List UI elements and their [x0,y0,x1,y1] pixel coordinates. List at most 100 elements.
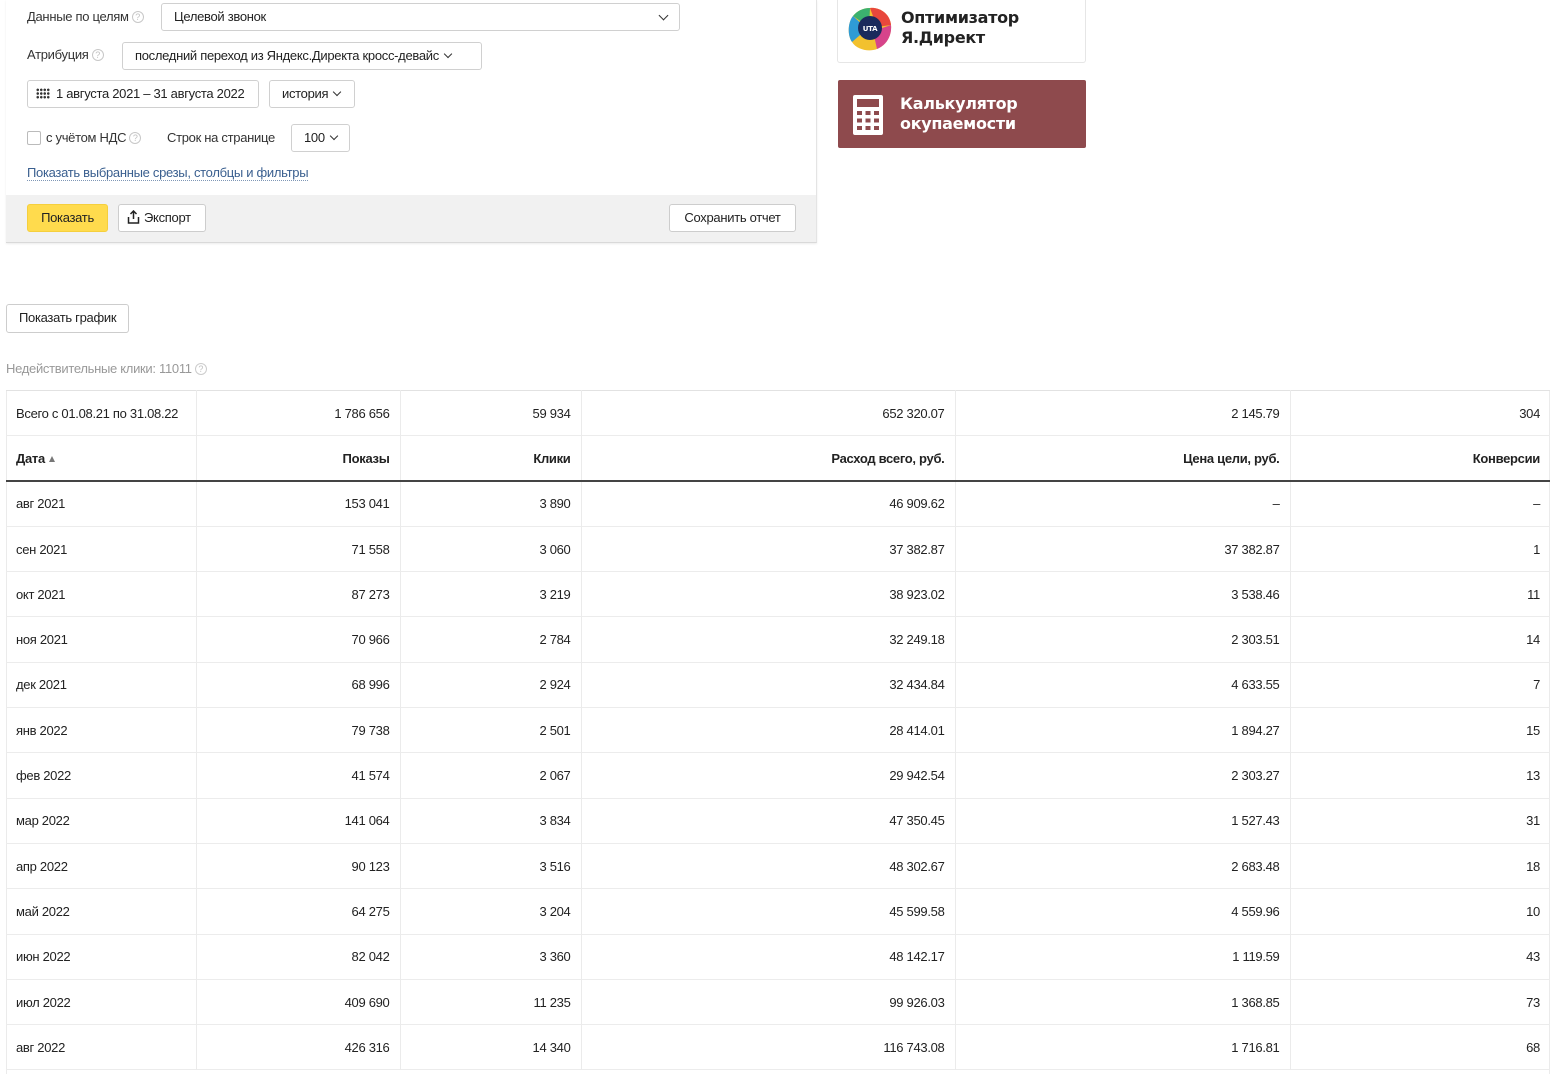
totals-label: Всего с 01.08.21 по 31.08.22 [6,390,197,436]
roi-calculator-ad[interactable]: Калькулятор окупаемости [838,80,1086,148]
cell-date: фев 2022 [6,752,197,799]
attribution-help-icon[interactable]: ? [91,49,104,61]
rows-per-page-select[interactable]: 100 [291,124,350,152]
optimizer-ad[interactable]: UTA Оптимизатор Я.Директ [837,0,1086,63]
cell-clicks: 3 516 [400,843,582,889]
export-button[interactable]: Экспорт [118,204,206,232]
cell-conversions: 14 [1526,632,1540,648]
cell-spend: 37 382.87 [581,526,956,572]
cell-impressions: 71 558 [196,526,401,572]
vat-label-text: с учётом НДС [46,130,127,145]
column-header-impressions[interactable]: Показы [196,435,401,482]
table-row: июн 2022 82 042 3 360 48 142.17 1 119.59 43 [6,934,1550,980]
goal-help-icon[interactable]: ? [131,11,144,23]
cell-date: дек 2021 [6,662,197,708]
column-header-conversions[interactable]: Конверсии [1290,436,1550,481]
cell-clicks: 2 784 [400,616,582,663]
cell-conversions: 18 [1526,858,1540,874]
optimizer-ad-line2: Я.Директ [901,28,985,47]
rows-per-page-label: Строк на странице [167,130,275,145]
table-row: июл 2022 409 690 11 235 99 926.03 1 368.85 73 [6,979,1550,1025]
cell-conversions: 15 [1526,722,1540,738]
cell-conversions: 1 [1533,541,1540,557]
cell-date: авг 2021 [6,481,197,527]
show-selected-slices-link[interactable]: Показать выбранные срезы, столбцы и филь… [27,165,309,181]
cell-goal-price: 2 683.48 [955,843,1291,889]
table-row: сен 2021 71 558 3 060 37 382.87 37 382.87 1 [6,526,1550,572]
attribution-select[interactable]: последний переход из Яндекс.Директа крос… [122,42,482,70]
attribution-label: Атрибуция? [27,47,104,62]
goal-select-value: Целевой звонок [174,9,266,24]
cell-goal-price: 1 894.27 [955,707,1291,753]
cell-goal-price: 4 633.55 [955,662,1291,708]
export-button-label: Экспорт [144,210,191,225]
cell-spend: 28 414.01 [581,707,956,753]
cell-goal-price: 2 303.51 [955,616,1291,663]
show-button[interactable]: Показать [27,204,108,232]
cell-conversions: – [1533,496,1540,512]
cell-impressions: 141 064 [196,798,401,844]
calculator-icon [853,95,883,135]
vat-help-icon[interactable]: ? [129,132,142,144]
table-row: дек 2021 68 996 2 924 32 434.84 4 633.55 7 [6,662,1550,708]
column-header-goal-price[interactable]: Цена цели, руб. [955,435,1291,482]
cell-goal-price: 1 716.81 [955,1024,1291,1070]
cell-goal-price: 37 382.87 [955,526,1291,572]
cell-conversions: 43 [1526,949,1540,965]
show-chart-button[interactable]: Показать график [6,304,130,333]
attribution-label-text: Атрибуция [27,47,89,62]
optimizer-logo-icon: UTA [848,7,892,51]
totals-row: Всего с 01.08.21 по 31.08.22 1 786 656 5… [6,390,1550,436]
cell-date: сен 2021 [6,526,197,572]
cell-clicks: 2 501 [400,707,582,753]
table-row: окт 2021 87 273 3 219 38 923.02 3 538.46 11 [6,571,1550,617]
cell-impressions: 41 574 [196,752,401,799]
totals-impressions: 1 786 656 [196,390,401,436]
cell-date: окт 2021 [6,571,197,617]
cell-clicks: 3 204 [400,888,582,935]
grouping-select[interactable]: история [269,80,355,108]
cell-conversions: 7 [1533,677,1540,693]
date-range-value: 1 августа 2021 – 31 августа 2022 [56,86,245,101]
table-row: апр 2022 90 123 3 516 48 302.67 2 683.48 18 [6,843,1550,889]
optimizer-logo-text: UTA [863,25,878,33]
cell-impressions: 426 316 [196,1024,401,1070]
chevron-down-icon [443,49,453,59]
cell-date: июн 2022 [6,934,197,980]
column-header-spend[interactable]: Расход всего, руб. [581,435,956,482]
export-icon [127,210,140,224]
chevron-down-icon [329,131,339,141]
cell-impressions: 153 041 [196,481,401,527]
cell-goal-price: 3 538.46 [955,571,1291,617]
roi-calculator-ad-text: Калькулятор окупаемости [900,94,1018,134]
column-header-date[interactable]: Дата [6,435,197,482]
table-row: янв 2022 79 738 2 501 28 414.01 1 894.27 15 [6,707,1550,753]
goal-select[interactable]: Целевой звонок [161,3,680,31]
cell-impressions: 70 966 [196,616,401,663]
cell-spend: 99 926.03 [581,979,956,1025]
invalid-clicks-help-icon[interactable]: ? [194,363,207,375]
table-row: мар 2022 141 064 3 834 47 350.45 1 527.43 31 [6,798,1550,844]
column-header-clicks[interactable]: Клики [400,435,582,482]
cell-spend: 48 142.17 [581,934,956,980]
table-row: авг 2022 426 316 14 340 116 743.08 1 716.81 6… [6,1024,1550,1070]
chevron-down-icon [332,87,342,97]
cell-goal-price: 1 119.59 [955,934,1291,980]
cell-impressions: 68 996 [196,662,401,708]
cell-clicks: 2 067 [400,752,582,799]
cell-impressions: 90 123 [196,843,401,889]
date-range-picker[interactable]: 1 августа 2021 – 31 августа 2022 [27,80,259,108]
totals-clicks: 59 934 [400,390,582,436]
cell-impressions: 79 738 [196,707,401,753]
cell-date: май 2022 [6,888,197,935]
vat-checkbox[interactable] [27,131,41,145]
cell-clicks: 3 834 [400,798,582,844]
cell-clicks: 2 924 [400,662,582,708]
totals-spend: 652 320.07 [581,390,956,436]
cell-date: ноя 2021 [6,616,197,663]
column-header-date-label: Дата [16,450,45,466]
goal-data-label-text: Данные по целям [27,9,129,24]
cell-conversions: 11 [1527,586,1540,602]
attribution-select-value: последний переход из Яндекс.Директа крос… [135,48,439,63]
save-report-button[interactable]: Сохранить отчет [669,204,796,232]
